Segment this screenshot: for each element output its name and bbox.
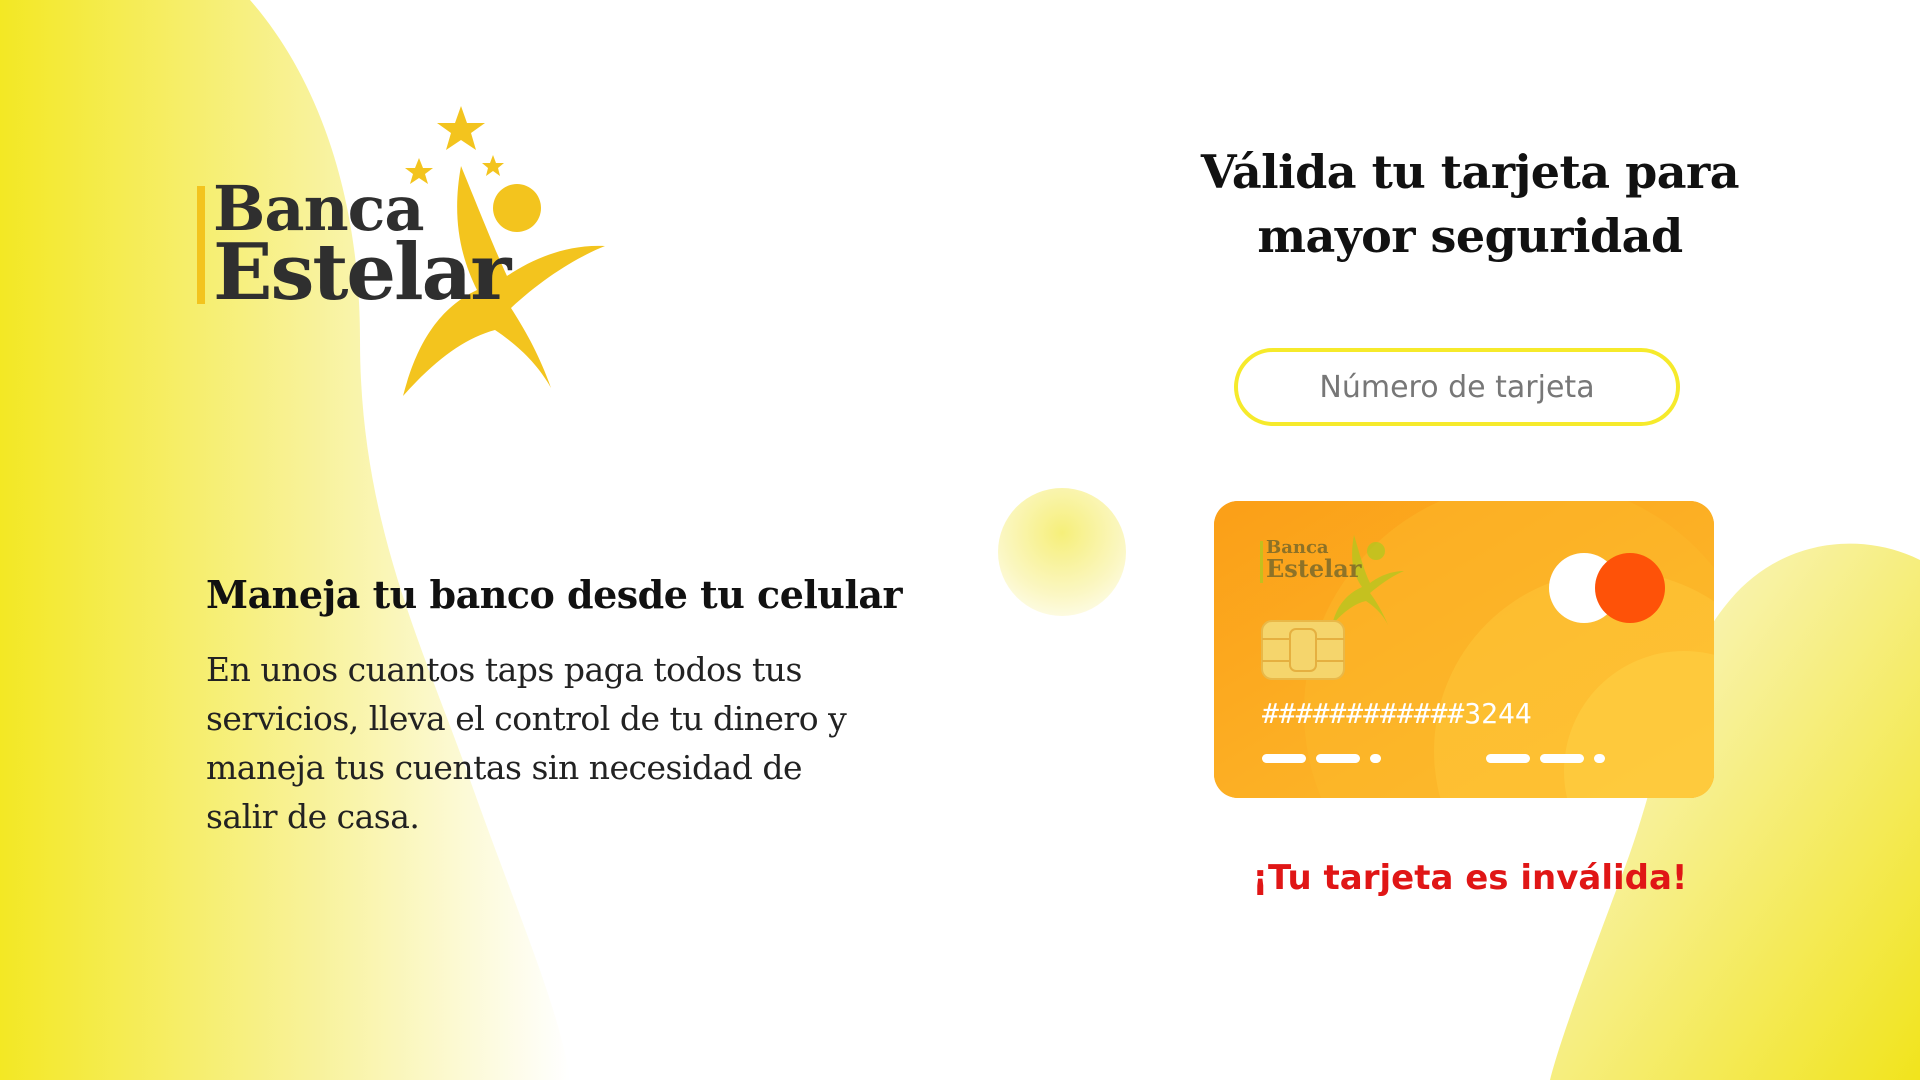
brand-name-line2: Estelar (213, 227, 511, 318)
brand-logo: Banca Estelar (195, 100, 615, 400)
promo-title: Maneja tu banco desde tu celular (206, 572, 903, 617)
decorative-circle (998, 488, 1126, 616)
promo-description: En unos cuantos taps paga todos tus serv… (206, 650, 847, 836)
logo-accent-bar (197, 186, 205, 304)
chip-icon (1261, 620, 1345, 680)
credit-card-preview: Banca Estelar ############3244 (1214, 501, 1714, 798)
card-brand-line2: Estelar (1266, 554, 1362, 583)
small-star-icon (482, 155, 504, 176)
card-number-display: ############3244 (1262, 697, 1532, 730)
page-title: Válida tu tarjeta para mayor seguridad (1200, 145, 1740, 263)
card-number-input[interactable] (1234, 348, 1680, 426)
error-message: ¡Tu tarjeta es inválida! (1252, 858, 1688, 898)
mastercard-icon (1549, 553, 1665, 623)
small-star-icon (437, 106, 485, 150)
